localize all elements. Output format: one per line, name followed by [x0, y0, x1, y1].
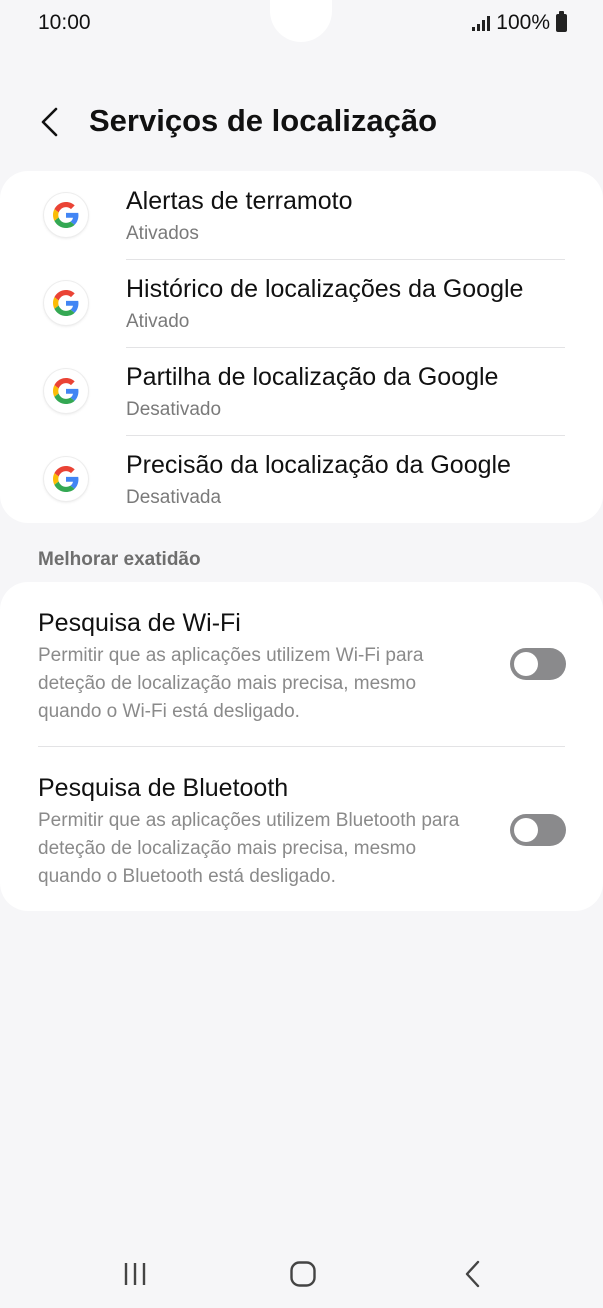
recents-icon [124, 1263, 146, 1285]
item-description: Permitir que as aplicações utilizem Blue… [38, 810, 460, 887]
back-icon [465, 1260, 480, 1288]
google-g-icon [44, 193, 88, 237]
list-item-earthquake-alerts[interactable]: Alertas de terramoto Ativados [0, 171, 603, 259]
item-status: Desativado [126, 399, 222, 420]
list-item-location-history[interactable]: Histórico de localizações da Google Ativ… [0, 259, 603, 347]
item-status: Ativados [126, 223, 199, 244]
item-title: Alertas de terramoto [126, 187, 353, 215]
nav-back-button[interactable] [443, 1252, 503, 1296]
google-g-icon [44, 457, 88, 501]
home-button[interactable] [273, 1252, 333, 1296]
bluetooth-scanning-item[interactable]: Pesquisa de Bluetooth Permitir que as ap… [0, 747, 603, 911]
home-icon [290, 1261, 316, 1287]
battery-percentage: 100% [496, 11, 550, 34]
toggle-knob [514, 818, 538, 842]
battery-icon [556, 11, 567, 32]
google-services-card: Alertas de terramoto Ativados Histórico … [0, 171, 603, 523]
item-title: Pesquisa de Wi-Fi [38, 609, 241, 637]
navigation-bar [0, 1240, 603, 1308]
list-item-location-accuracy[interactable]: Precisão da localização da Google Desati… [0, 435, 603, 523]
item-status: Desativada [126, 487, 222, 508]
header: Serviços de localização [0, 90, 603, 154]
item-description: Permitir que as aplicações utilizem Wi-F… [38, 645, 424, 722]
item-title: Partilha de localização da Google [126, 363, 499, 391]
screen: 10:00 100% Serviços de localização Alert… [0, 0, 603, 1308]
wifi-scanning-toggle[interactable] [510, 648, 566, 680]
bluetooth-scanning-toggle[interactable] [510, 814, 566, 846]
status-time: 10:00 [38, 11, 91, 34]
wifi-scanning-item[interactable]: Pesquisa de Wi-Fi Permitir que as aplica… [0, 582, 603, 747]
page-title: Serviços de localização [89, 103, 438, 138]
recents-button[interactable] [105, 1252, 165, 1296]
google-g-icon [44, 281, 88, 325]
list-item-location-sharing[interactable]: Partilha de localização da Google Desati… [0, 347, 603, 435]
section-label-improve-accuracy: Melhorar exatidão [38, 549, 201, 570]
camera-notch [270, 0, 332, 42]
back-button[interactable] [30, 102, 70, 142]
google-g-icon [44, 369, 88, 413]
status-bar: 10:00 100% [0, 0, 603, 48]
toggle-knob [514, 652, 538, 676]
item-title: Pesquisa de Bluetooth [38, 774, 289, 802]
status-indicators: 100% [472, 11, 567, 35]
scanning-card: Pesquisa de Wi-Fi Permitir que as aplica… [0, 582, 603, 911]
item-title: Histórico de localizações da Google [126, 275, 524, 303]
chevron-left-icon [41, 107, 58, 137]
item-status: Ativado [126, 311, 190, 332]
signal-icon [472, 15, 491, 31]
item-title: Precisão da localização da Google [126, 451, 511, 479]
